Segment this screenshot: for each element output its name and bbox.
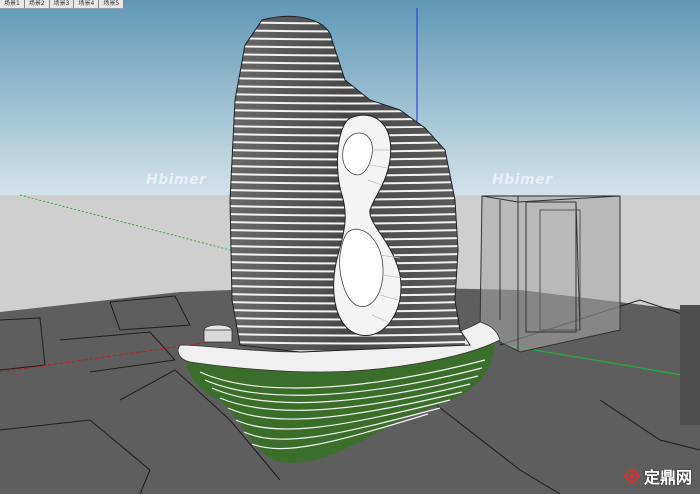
watermark-right: Hbimer	[492, 172, 553, 188]
scene-tab-bar: 场景1 场景2 场景3 场景4 场景5	[0, 0, 125, 9]
3d-model-scene[interactable]	[0, 0, 700, 494]
site-logo: 定鼎网	[623, 464, 692, 488]
sketchup-viewport[interactable]: 场景1 场景2 场景3 场景4 场景5 Hbimer Hbimer 定鼎网	[0, 0, 700, 494]
scene-tab-4[interactable]: 场景4	[74, 0, 100, 8]
glass-block-building	[479, 195, 621, 353]
watermark-left: Hbimer	[146, 172, 207, 188]
scene-tab-3[interactable]: 场景3	[50, 0, 75, 8]
logo-text: 定鼎网	[643, 468, 692, 487]
scene-tab-5[interactable]: 场景5	[99, 0, 125, 8]
foreground-slab	[680, 305, 700, 425]
diamond-logo-icon	[623, 468, 640, 484]
scene-tab-1[interactable]: 场景1	[0, 0, 25, 8]
scene-tab-2[interactable]: 场景2	[25, 0, 50, 8]
